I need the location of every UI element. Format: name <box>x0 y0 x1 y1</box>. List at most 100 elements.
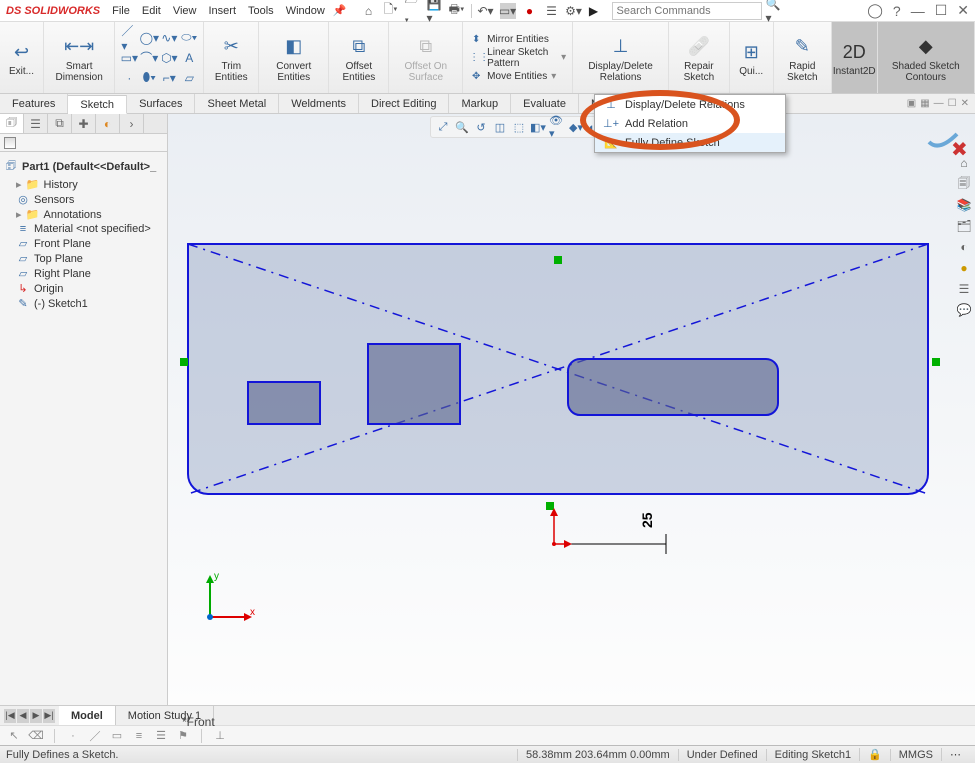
sketch-canvas[interactable]: 25 <box>168 114 975 705</box>
ellipse-icon[interactable]: ⬮▾ <box>141 70 157 86</box>
tab-evaluate[interactable]: Evaluate <box>511 94 579 113</box>
menu-tools[interactable]: Tools <box>248 5 274 17</box>
offset-on-surface-button[interactable]: ⧉Offset On Surface <box>389 22 463 93</box>
arc-icon[interactable]: ⌒▾ <box>141 50 157 66</box>
quick-snaps-button[interactable]: ⊞Qui... <box>730 22 774 93</box>
relation-handle-bottom[interactable] <box>546 502 554 510</box>
menu-add-relation[interactable]: ⊥+Add Relation <box>595 114 785 133</box>
tree-right-plane[interactable]: ▱Right Plane <box>2 266 165 281</box>
search-commands[interactable] <box>612 2 762 20</box>
doc-maximize-icon[interactable]: ☐ <box>948 98 957 109</box>
status-lock-icon[interactable]: 🔒 <box>859 748 890 761</box>
mirror-entities-button[interactable]: ⬍Mirror Entities <box>469 34 566 45</box>
select-icon[interactable]: ▭▾ <box>500 3 516 19</box>
rectangle-icon[interactable]: ▭▾ <box>121 50 137 66</box>
filter-flag-icon[interactable]: ⚑ <box>175 728 191 744</box>
tree-material[interactable]: ≡Material <not specified> <box>2 222 165 236</box>
smart-dimension-button[interactable]: ⇤⇥Smart Dimension <box>44 22 115 93</box>
tree-sketch1[interactable]: ✎(-) Sketch1 <box>2 296 165 311</box>
small-rectangle[interactable] <box>248 382 320 424</box>
nav-last-icon[interactable]: ▶| <box>43 709 55 723</box>
nav-first-icon[interactable]: |◀ <box>4 709 16 723</box>
polygon-icon[interactable]: ⬡▾ <box>161 50 177 66</box>
slot-rectangle[interactable] <box>568 359 778 415</box>
menu-display-delete-relations[interactable]: ⊥Display/Delete Relations <box>595 95 785 114</box>
text-icon[interactable]: A <box>181 50 197 66</box>
search-glass-icon[interactable]: 🔍▾ <box>766 3 782 19</box>
fillet-icon[interactable]: ⌐▾ <box>161 70 177 86</box>
tab-model[interactable]: Model <box>59 706 116 725</box>
offset-entities-button[interactable]: ⧉Offset Entities <box>329 22 389 93</box>
close-icon[interactable]: ✕ <box>957 2 969 19</box>
taskpane-view-icon[interactable]: ◐ <box>955 238 973 256</box>
linear-pattern-button[interactable]: ⋮⋮Linear Sketch Pattern▾ <box>469 47 566 69</box>
doc-minimize-icon[interactable]: — <box>934 98 944 109</box>
display-manager-tab-icon[interactable]: ◐ <box>96 114 120 133</box>
zoom-area-icon[interactable]: 🔍 <box>454 119 470 135</box>
filter-icon[interactable] <box>4 137 16 149</box>
menu-fully-define-sketch[interactable]: 📐Fully Define Sketch <box>595 133 785 152</box>
tree-origin[interactable]: ↳Origin <box>2 281 165 296</box>
menu-insert[interactable]: Insert <box>208 5 236 17</box>
status-overflow-icon[interactable]: ⋯ <box>941 748 969 761</box>
maximize-icon[interactable]: ☐ <box>935 2 948 19</box>
property-manager-tab-icon[interactable]: ☰ <box>24 114 48 133</box>
dimxpert-tab-icon[interactable]: ✚ <box>72 114 96 133</box>
taskpane-library-icon[interactable]: 📚 <box>955 196 973 214</box>
hide-show-icon[interactable]: 👁▾ <box>549 119 565 135</box>
user-icon[interactable]: ◯ <box>867 2 883 19</box>
spline-icon[interactable]: ∿▾ <box>161 30 177 46</box>
rebuild-icon[interactable]: ● <box>522 3 538 19</box>
filter-more-icon[interactable]: ⊥ <box>212 728 228 744</box>
minimize-icon[interactable]: — <box>911 3 925 19</box>
rapid-sketch-button[interactable]: ✎Rapid Sketch <box>774 22 832 93</box>
doc-cascade-icon[interactable]: ▣ <box>907 98 916 109</box>
exit-sketch-button[interactable]: ↩Exit... <box>0 22 44 93</box>
taskpane-explorer-icon[interactable]: 🗂 <box>955 217 973 235</box>
filter-misc-icon[interactable]: ☰ <box>153 728 169 744</box>
tab-markup[interactable]: Markup <box>449 94 511 113</box>
tab-surfaces[interactable]: Surfaces <box>127 94 195 113</box>
display-delete-relations-button[interactable]: ⊥Display/Delete Relations <box>573 22 669 93</box>
tree-sensors[interactable]: ◎Sensors <box>2 192 165 207</box>
filter-vertex-icon[interactable]: · <box>65 728 81 744</box>
search-input[interactable] <box>617 5 757 17</box>
section-view-icon[interactable]: ◫ <box>492 119 508 135</box>
print-icon[interactable]: 🖶▾ <box>449 3 465 19</box>
nav-prev-icon[interactable]: ◀ <box>17 709 29 723</box>
doc-tile-icon[interactable]: ▦ <box>920 98 929 109</box>
tab-sketch[interactable]: Sketch <box>68 95 127 114</box>
tree-front-plane[interactable]: ▱Front Plane <box>2 236 165 251</box>
relation-handle-top[interactable] <box>554 256 562 264</box>
line-icon[interactable]: ／▾ <box>121 30 137 46</box>
move-entities-button[interactable]: ✥Move Entities▾ <box>469 71 566 82</box>
instant2d-button[interactable]: 2DInstant2D <box>832 22 878 93</box>
dimension-d1[interactable]: 25 <box>639 512 655 528</box>
point-icon[interactable]: · <box>121 70 137 86</box>
view-orient-icon[interactable]: ⬚ <box>511 119 527 135</box>
options-icon[interactable]: ☰ <box>544 3 560 19</box>
convert-entities-button[interactable]: ◧Convert Entities <box>259 22 329 93</box>
filter-cursor-icon[interactable]: ↖ <box>6 728 22 744</box>
taskpane-home-icon[interactable]: ⌂ <box>955 154 973 172</box>
zoom-fit-icon[interactable]: ⤢ <box>435 119 451 135</box>
config-manager-tab-icon[interactable]: ⧉ <box>48 114 72 133</box>
nav-next-icon[interactable]: ▶ <box>30 709 42 723</box>
tree-root[interactable]: 🗊Part1 (Default<<Default>_ <box>2 156 165 177</box>
taskpane-custom-icon[interactable]: ☰ <box>955 280 973 298</box>
taskpane-forum-icon[interactable]: 💬 <box>955 301 973 319</box>
tab-direct-editing[interactable]: Direct Editing <box>359 94 449 113</box>
undo-icon[interactable]: ↶▾ <box>478 3 494 19</box>
open-icon[interactable]: 🗁▾ <box>405 3 421 19</box>
filter-edge-icon[interactable]: ／ <box>87 728 103 744</box>
tab-weldments[interactable]: Weldments <box>279 94 359 113</box>
menu-edit[interactable]: Edit <box>142 5 161 17</box>
taskpane-appearance-icon[interactable]: ● <box>955 259 973 277</box>
relation-handle-right[interactable] <box>932 358 940 366</box>
appearance-icon[interactable]: ◆▾ <box>568 119 584 135</box>
repair-sketch-button[interactable]: 🩹Repair Sketch <box>669 22 730 93</box>
feature-filter-bar[interactable] <box>0 134 167 152</box>
filter-face-icon[interactable]: ▭ <box>109 728 125 744</box>
status-units[interactable]: MMGS <box>890 749 941 761</box>
tab-sheet-metal[interactable]: Sheet Metal <box>195 94 279 113</box>
